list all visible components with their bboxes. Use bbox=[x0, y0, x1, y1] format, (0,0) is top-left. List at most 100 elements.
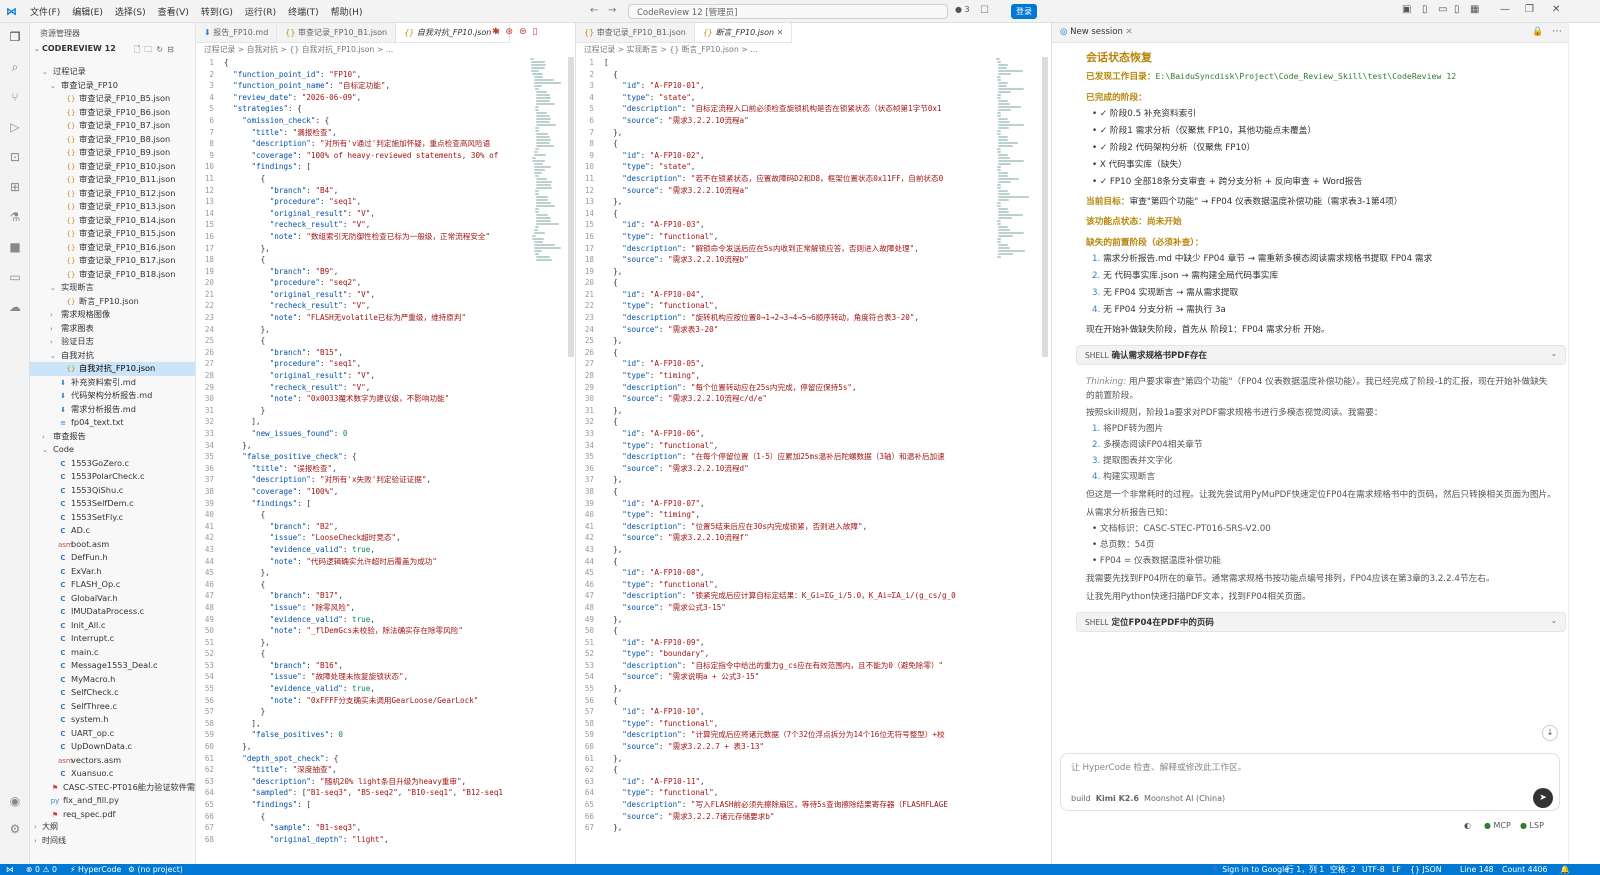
tree-file[interactable]: C AD.c bbox=[30, 524, 195, 538]
chevron-down-icon[interactable]: ⌄ bbox=[50, 282, 58, 295]
explorer-icon[interactable]: ❐ bbox=[7, 29, 23, 45]
code-line[interactable]: 1{ bbox=[196, 57, 503, 69]
code-line[interactable]: 51 }, bbox=[196, 637, 503, 649]
tree-file[interactable]: {} 自我对抗_FP10.json bbox=[30, 362, 195, 376]
encoding-status[interactable]: UTF-8 bbox=[1362, 864, 1385, 875]
account-icon[interactable]: ◉ bbox=[7, 793, 23, 809]
notification-count[interactable]: ● 3 bbox=[955, 5, 970, 14]
tree-folder[interactable]: ⌄ 审查记录_FP10 bbox=[30, 79, 195, 93]
code-line[interactable]: 2 "function_point_id": "FP10", bbox=[196, 69, 503, 81]
code-line[interactable]: 32 ], bbox=[196, 416, 503, 428]
code-line[interactable]: 58 "type": "functional", bbox=[576, 718, 956, 730]
outline-section[interactable]: › 大纲 bbox=[34, 821, 58, 832]
panel-right-icon[interactable]: ▯ bbox=[1454, 4, 1460, 15]
menu-item[interactable]: 查看(V) bbox=[152, 5, 195, 18]
remote-icon[interactable]: ⊡ bbox=[7, 149, 23, 165]
code-line[interactable]: 4 "type": "state", bbox=[576, 92, 956, 104]
breadcrumb-right[interactable]: 过程记录 > 实现断言 > {} 断言_FP10.json > ... bbox=[584, 44, 758, 55]
eol-status[interactable]: LF bbox=[1392, 864, 1401, 875]
code-line[interactable]: 57 } bbox=[196, 706, 503, 718]
settings-gear-icon[interactable]: ⚙ bbox=[7, 821, 23, 837]
tree-file[interactable]: asmboot.asm bbox=[30, 538, 195, 552]
code-line[interactable]: 40 "type": "timing", bbox=[576, 509, 956, 521]
code-line[interactable]: 41 "description": "位置5结束后应在30s内完成锁紧，否则进入… bbox=[576, 521, 956, 533]
code-line[interactable]: 18 { bbox=[196, 254, 503, 266]
code-line[interactable]: 22 "recheck_result": "V", bbox=[196, 300, 503, 312]
chevron-right-icon[interactable]: › bbox=[50, 323, 58, 336]
menu-item[interactable]: 运行(R) bbox=[239, 5, 282, 18]
code-line[interactable]: 23 "note": "FLASH无volatile已标为严重级，维持原判" bbox=[196, 312, 503, 324]
mcp-status[interactable]: ● MCP bbox=[1484, 821, 1511, 830]
tree-file[interactable]: C 1553PolarCheck.c bbox=[30, 470, 195, 484]
mode-label[interactable]: build bbox=[1071, 794, 1091, 803]
tree-file[interactable]: ⚑ CASC-STEC-PT016能力验证软件需求规... bbox=[30, 781, 195, 795]
tree-file[interactable]: C Message1553_Deal.c bbox=[30, 659, 195, 673]
tree-file[interactable]: C 1553QiShu.c bbox=[30, 484, 195, 498]
tree-file[interactable]: {} 审查记录_FP10_B7.json bbox=[30, 119, 195, 133]
code-line[interactable]: 39 "id": "A-FP10-07", bbox=[576, 498, 956, 510]
code-line[interactable]: 64 "type": "functional", bbox=[576, 787, 956, 799]
code-line[interactable]: 12 "source": "需求3.2.2.10流程a" bbox=[576, 185, 956, 197]
code-line[interactable]: 55 "evidence_valid": true, bbox=[196, 683, 503, 695]
code-line[interactable]: 36 "title": "误报检查", bbox=[196, 463, 503, 475]
code-line[interactable]: 30 "note": "0x0033魔术数字为建议级，不影响功能" bbox=[196, 393, 503, 405]
code-line[interactable]: 52 "type": "boundary", bbox=[576, 648, 956, 660]
code-line[interactable]: 65 "description": "写入FLASH前必须先擦除扇区，等待5s查… bbox=[576, 799, 956, 811]
code-line[interactable]: 34 "type": "functional", bbox=[576, 440, 956, 452]
tree-file[interactable]: {} 审查记录_FP10_B8.json bbox=[30, 133, 195, 147]
code-line[interactable]: 16 "note": "数组索引无防御性检查已标为一般级，正常流程安全" bbox=[196, 231, 503, 243]
forward-arrow-icon[interactable]: → bbox=[608, 5, 616, 16]
chevron-right-icon[interactable]: › bbox=[42, 431, 50, 444]
tree-file[interactable]: ⬇ 代码架构分析报告.md bbox=[30, 389, 195, 403]
chevron-down-icon[interactable]: ⌄ bbox=[50, 350, 58, 363]
code-line[interactable]: 37 }, bbox=[576, 474, 956, 486]
menu-item[interactable]: 编辑(E) bbox=[66, 5, 109, 18]
code-line[interactable]: 21 "id": "A-FP10-04", bbox=[576, 289, 956, 301]
code-line[interactable]: 16 "type": "functional", bbox=[576, 231, 956, 243]
code-line[interactable]: 63 "id": "A-FP10-11", bbox=[576, 776, 956, 788]
bell-icon[interactable]: 🔔 bbox=[1560, 864, 1570, 875]
code-line[interactable]: 37 "description": "对所有'x失败'判定验证证据", bbox=[196, 474, 503, 486]
code-editor-left[interactable]: 1{2 "function_point_id": "FP10", 3 "funct… bbox=[196, 57, 503, 845]
chat-input-box[interactable]: 让 HyperCode 检查、解释或修改此工作区。 build Kimi K2.… bbox=[1060, 753, 1560, 811]
code-line[interactable]: 5 "strategies": { bbox=[196, 103, 503, 115]
explorer-actions[interactable]: 🗋🗀↻⊟ bbox=[134, 44, 178, 58]
tree-file[interactable]: {} 审查记录_FP10_B18.json bbox=[30, 268, 195, 282]
tree-file[interactable]: C GlobalVar.h bbox=[30, 592, 195, 606]
editor-tab[interactable]: {} 审查记录_FP10_B1.json bbox=[277, 23, 397, 42]
code-line[interactable]: 42 "issue": "LooseCheck超时竞态", bbox=[196, 532, 503, 544]
tree-file[interactable]: C Xuansuo.c bbox=[30, 767, 195, 781]
tree-file[interactable]: C Interrupt.c bbox=[30, 632, 195, 646]
tree-folder[interactable]: › 需求图表 bbox=[30, 322, 195, 336]
code-line[interactable]: 3 "function_point_name": "自标定功能", bbox=[196, 80, 503, 92]
code-line[interactable]: 25 }, bbox=[576, 335, 956, 347]
scrollbar-left[interactable] bbox=[568, 57, 574, 357]
code-line[interactable]: 46 { bbox=[196, 579, 503, 591]
tree-file[interactable]: C ExVar.h bbox=[30, 565, 195, 579]
chevron-down-icon[interactable]: ⌄ bbox=[50, 80, 58, 93]
tree-folder[interactable]: ⌄ 过程记录 bbox=[30, 65, 195, 79]
code-line[interactable]: 56 { bbox=[576, 695, 956, 707]
source-control-icon[interactable]: ⑂ bbox=[7, 89, 23, 105]
tree-file[interactable]: {} 审查记录_FP10_B17.json bbox=[30, 254, 195, 268]
workspace-root[interactable]: ⌄ CODEREVIEW 12 bbox=[34, 44, 116, 53]
code-line[interactable]: 4 "review_date": "2026-06-09", bbox=[196, 92, 503, 104]
code-line[interactable]: 19 }, bbox=[576, 266, 956, 278]
tree-file[interactable]: {} 审查记录_FP10_B14.json bbox=[30, 214, 195, 228]
tree-file[interactable]: C DefFun.h bbox=[30, 551, 195, 565]
timeline-section[interactable]: › 时间线 bbox=[34, 835, 66, 846]
editor-tab[interactable]: {} 断言_FP10.json ✕ bbox=[694, 23, 793, 42]
code-line[interactable]: 14 "original_result": "V", bbox=[196, 208, 503, 220]
code-line[interactable]: 62 { bbox=[576, 764, 956, 776]
code-line[interactable]: 60 }, bbox=[196, 741, 503, 753]
chevron-down-icon[interactable]: ⌄ bbox=[1551, 616, 1557, 625]
lsp-status[interactable]: ● LSP bbox=[1520, 821, 1544, 830]
code-line[interactable]: 63 "description": "随机20% light条目升级为heavy… bbox=[196, 776, 503, 788]
code-line[interactable]: 52 { bbox=[196, 648, 503, 660]
code-line[interactable]: 30 "source": "需求3.2.2.10流程c/d/e" bbox=[576, 393, 956, 405]
code-line[interactable]: 42 "source": "需求3.2.2.10流程f" bbox=[576, 532, 956, 544]
code-line[interactable]: 26 "branch": "B15", bbox=[196, 347, 503, 359]
code-line[interactable]: 32 { bbox=[576, 416, 956, 428]
minimize-icon[interactable]: — bbox=[1500, 4, 1510, 15]
code-line[interactable]: 8 { bbox=[576, 138, 956, 150]
